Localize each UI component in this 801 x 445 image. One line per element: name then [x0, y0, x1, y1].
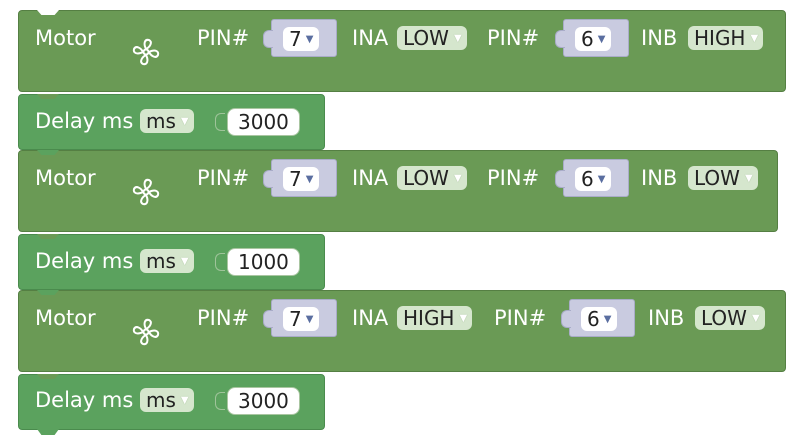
fan-icon — [131, 177, 161, 207]
caret-down-icon: ▼ — [750, 32, 759, 44]
inb-value: LOW — [694, 166, 740, 190]
delay-value-input[interactable]: 3000 — [227, 387, 300, 415]
caret-down-icon: ▼ — [180, 394, 189, 406]
unit-dropdown[interactable]: ms ▼ — [140, 109, 194, 133]
pin-b-dropdown[interactable]: 6 ▼ — [575, 167, 612, 191]
pin-b-socket: 6 ▼ — [561, 299, 635, 337]
ina-label: INA — [352, 166, 389, 190]
pin-b-value: 6 — [587, 307, 600, 331]
block-notch — [37, 94, 59, 99]
caret-down-icon: ▼ — [453, 172, 462, 184]
caret-down-icon: ▼ — [453, 32, 462, 44]
inb-dropdown[interactable]: LOW ▼ — [688, 166, 758, 190]
unit-dropdown[interactable]: ms ▼ — [140, 388, 194, 412]
inb-label: INB — [641, 166, 678, 190]
input-connector — [215, 113, 225, 131]
block-notch — [37, 234, 59, 239]
caret-down-icon: ▼ — [180, 115, 189, 127]
pin-b-value: 6 — [581, 167, 594, 191]
motor-block[interactable]: Motor PIN# 7 ▼ INA LOW ▼ PIN# 6 ▼ INB LOW ▼ — [18, 150, 778, 232]
motor-label: Motor — [35, 166, 96, 190]
unit-value: ms — [146, 109, 176, 133]
pin-b-label: PIN# — [494, 306, 547, 330]
unit-value: ms — [146, 249, 176, 273]
inb-value: LOW — [701, 306, 747, 330]
inb-label: INB — [641, 26, 678, 50]
block-notch — [37, 150, 59, 155]
ina-dropdown[interactable]: HIGH ▼ — [397, 306, 473, 330]
input-connector — [215, 392, 225, 410]
inb-dropdown[interactable]: LOW ▼ — [695, 306, 765, 330]
pin-a-dropdown[interactable]: 7 ▼ — [283, 307, 320, 331]
block-notch — [37, 290, 59, 295]
delay-label: Delay ms — [35, 249, 134, 273]
pin-a-label: PIN# — [197, 26, 250, 50]
unit-dropdown[interactable]: ms ▼ — [140, 249, 194, 273]
caret-down-icon: ▼ — [597, 33, 606, 45]
ina-value: HIGH — [403, 306, 455, 330]
pin-a-socket: 7 ▼ — [263, 19, 337, 57]
ina-value: LOW — [403, 26, 449, 50]
block-tab — [37, 429, 59, 435]
delay-label: Delay ms — [35, 109, 134, 133]
ina-label: INA — [352, 306, 389, 330]
pin-a-socket: 7 ▼ — [263, 299, 337, 337]
delay-value-input[interactable]: 1000 — [227, 248, 300, 276]
caret-down-icon: ▼ — [459, 312, 468, 324]
motor-label: Motor — [35, 26, 96, 50]
fan-icon — [131, 317, 161, 347]
delay-block[interactable]: Delay ms ms ▼ 3000 — [18, 94, 325, 150]
caret-down-icon: ▼ — [603, 313, 612, 325]
pin-a-value: 7 — [289, 307, 302, 331]
ina-value: LOW — [403, 166, 449, 190]
caret-down-icon: ▼ — [751, 312, 760, 324]
pin-b-dropdown[interactable]: 6 ▼ — [581, 307, 618, 331]
pin-a-socket: 7 ▼ — [263, 159, 337, 197]
ina-label: INA — [352, 26, 389, 50]
inb-label: INB — [648, 306, 685, 330]
fan-icon — [131, 37, 161, 67]
delay-block[interactable]: Delay ms ms ▼ 3000 — [18, 374, 325, 435]
caret-down-icon: ▼ — [597, 173, 606, 185]
motor-block[interactable]: Motor PIN# 7 ▼ INA LOW ▼ PIN# 6 ▼ INB HIGH ▼ — [18, 10, 786, 92]
block-notch — [37, 374, 59, 379]
pin-b-label: PIN# — [487, 26, 540, 50]
pin-b-dropdown[interactable]: 6 ▼ — [575, 27, 612, 51]
block-notch — [37, 10, 59, 15]
ina-dropdown[interactable]: LOW ▼ — [397, 26, 467, 50]
delay-block[interactable]: Delay ms ms ▼ 1000 — [18, 234, 325, 290]
caret-down-icon: ▼ — [305, 313, 314, 325]
caret-down-icon: ▼ — [305, 33, 314, 45]
pin-a-dropdown[interactable]: 7 ▼ — [283, 27, 320, 51]
pin-a-label: PIN# — [197, 166, 250, 190]
unit-value: ms — [146, 388, 176, 412]
motor-label: Motor — [35, 306, 96, 330]
input-connector — [215, 253, 225, 271]
ina-dropdown[interactable]: LOW ▼ — [397, 166, 467, 190]
caret-down-icon: ▼ — [744, 172, 753, 184]
motor-block[interactable]: Motor PIN# 7 ▼ INA HIGH ▼ PIN# 6 ▼ INB LOW ▼ — [18, 290, 786, 372]
delay-value-input[interactable]: 3000 — [227, 108, 300, 136]
pin-a-value: 7 — [289, 167, 302, 191]
pin-b-label: PIN# — [487, 166, 540, 190]
pin-b-socket: 6 ▼ — [555, 19, 629, 57]
inb-value: HIGH — [694, 26, 746, 50]
pin-b-value: 6 — [581, 27, 594, 51]
inb-dropdown[interactable]: HIGH ▼ — [688, 26, 764, 50]
pin-b-socket: 6 ▼ — [555, 159, 629, 197]
pin-a-value: 7 — [289, 27, 302, 51]
caret-down-icon: ▼ — [180, 255, 189, 267]
delay-label: Delay ms — [35, 388, 134, 412]
caret-down-icon: ▼ — [305, 173, 314, 185]
pin-a-label: PIN# — [197, 306, 250, 330]
pin-a-dropdown[interactable]: 7 ▼ — [283, 167, 320, 191]
